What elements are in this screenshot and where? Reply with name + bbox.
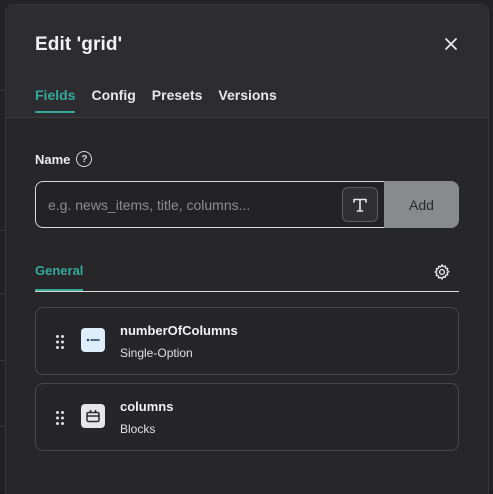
single-option-icon	[81, 328, 105, 352]
modal-tabs: Fields Config Presets Versions	[35, 87, 293, 113]
close-button[interactable]	[440, 33, 462, 55]
add-button[interactable]: Add	[384, 181, 459, 228]
name-label: Name ?	[35, 151, 92, 167]
drag-handle-icon[interactable]	[55, 334, 65, 350]
field-type: Single-Option	[120, 346, 193, 360]
tab-presets[interactable]: Presets	[152, 87, 203, 113]
edit-modal: Edit 'grid' Fields Config Presets Versio…	[5, 4, 489, 494]
field-name: columns	[120, 399, 173, 414]
text-type-button[interactable]	[342, 187, 378, 222]
section-settings-button[interactable]	[433, 263, 451, 281]
drag-handle-icon[interactable]	[55, 410, 65, 426]
name-input-wrapper	[35, 181, 384, 228]
gear-icon	[433, 263, 451, 281]
field-type: Blocks	[120, 422, 155, 436]
blocks-icon	[81, 404, 105, 428]
tab-versions[interactable]: Versions	[218, 87, 276, 113]
text-type-icon	[351, 196, 369, 214]
section-tabs: General	[35, 261, 459, 292]
close-icon	[444, 37, 458, 51]
field-card-columns[interactable]: columns Blocks	[35, 383, 459, 451]
name-input-group: Add	[35, 181, 459, 228]
name-input[interactable]	[36, 182, 384, 227]
help-icon[interactable]: ?	[76, 151, 92, 167]
modal-header: Edit 'grid' Fields Config Presets Versio…	[6, 5, 488, 118]
name-label-text: Name	[35, 152, 70, 167]
tab-fields[interactable]: Fields	[35, 87, 75, 113]
tab-general[interactable]: General	[35, 263, 83, 290]
field-card-numberofcolumns[interactable]: numberOfColumns Single-Option	[35, 307, 459, 375]
tab-config[interactable]: Config	[91, 87, 135, 113]
modal-title: Edit 'grid'	[35, 34, 122, 56]
field-name: numberOfColumns	[120, 323, 238, 338]
